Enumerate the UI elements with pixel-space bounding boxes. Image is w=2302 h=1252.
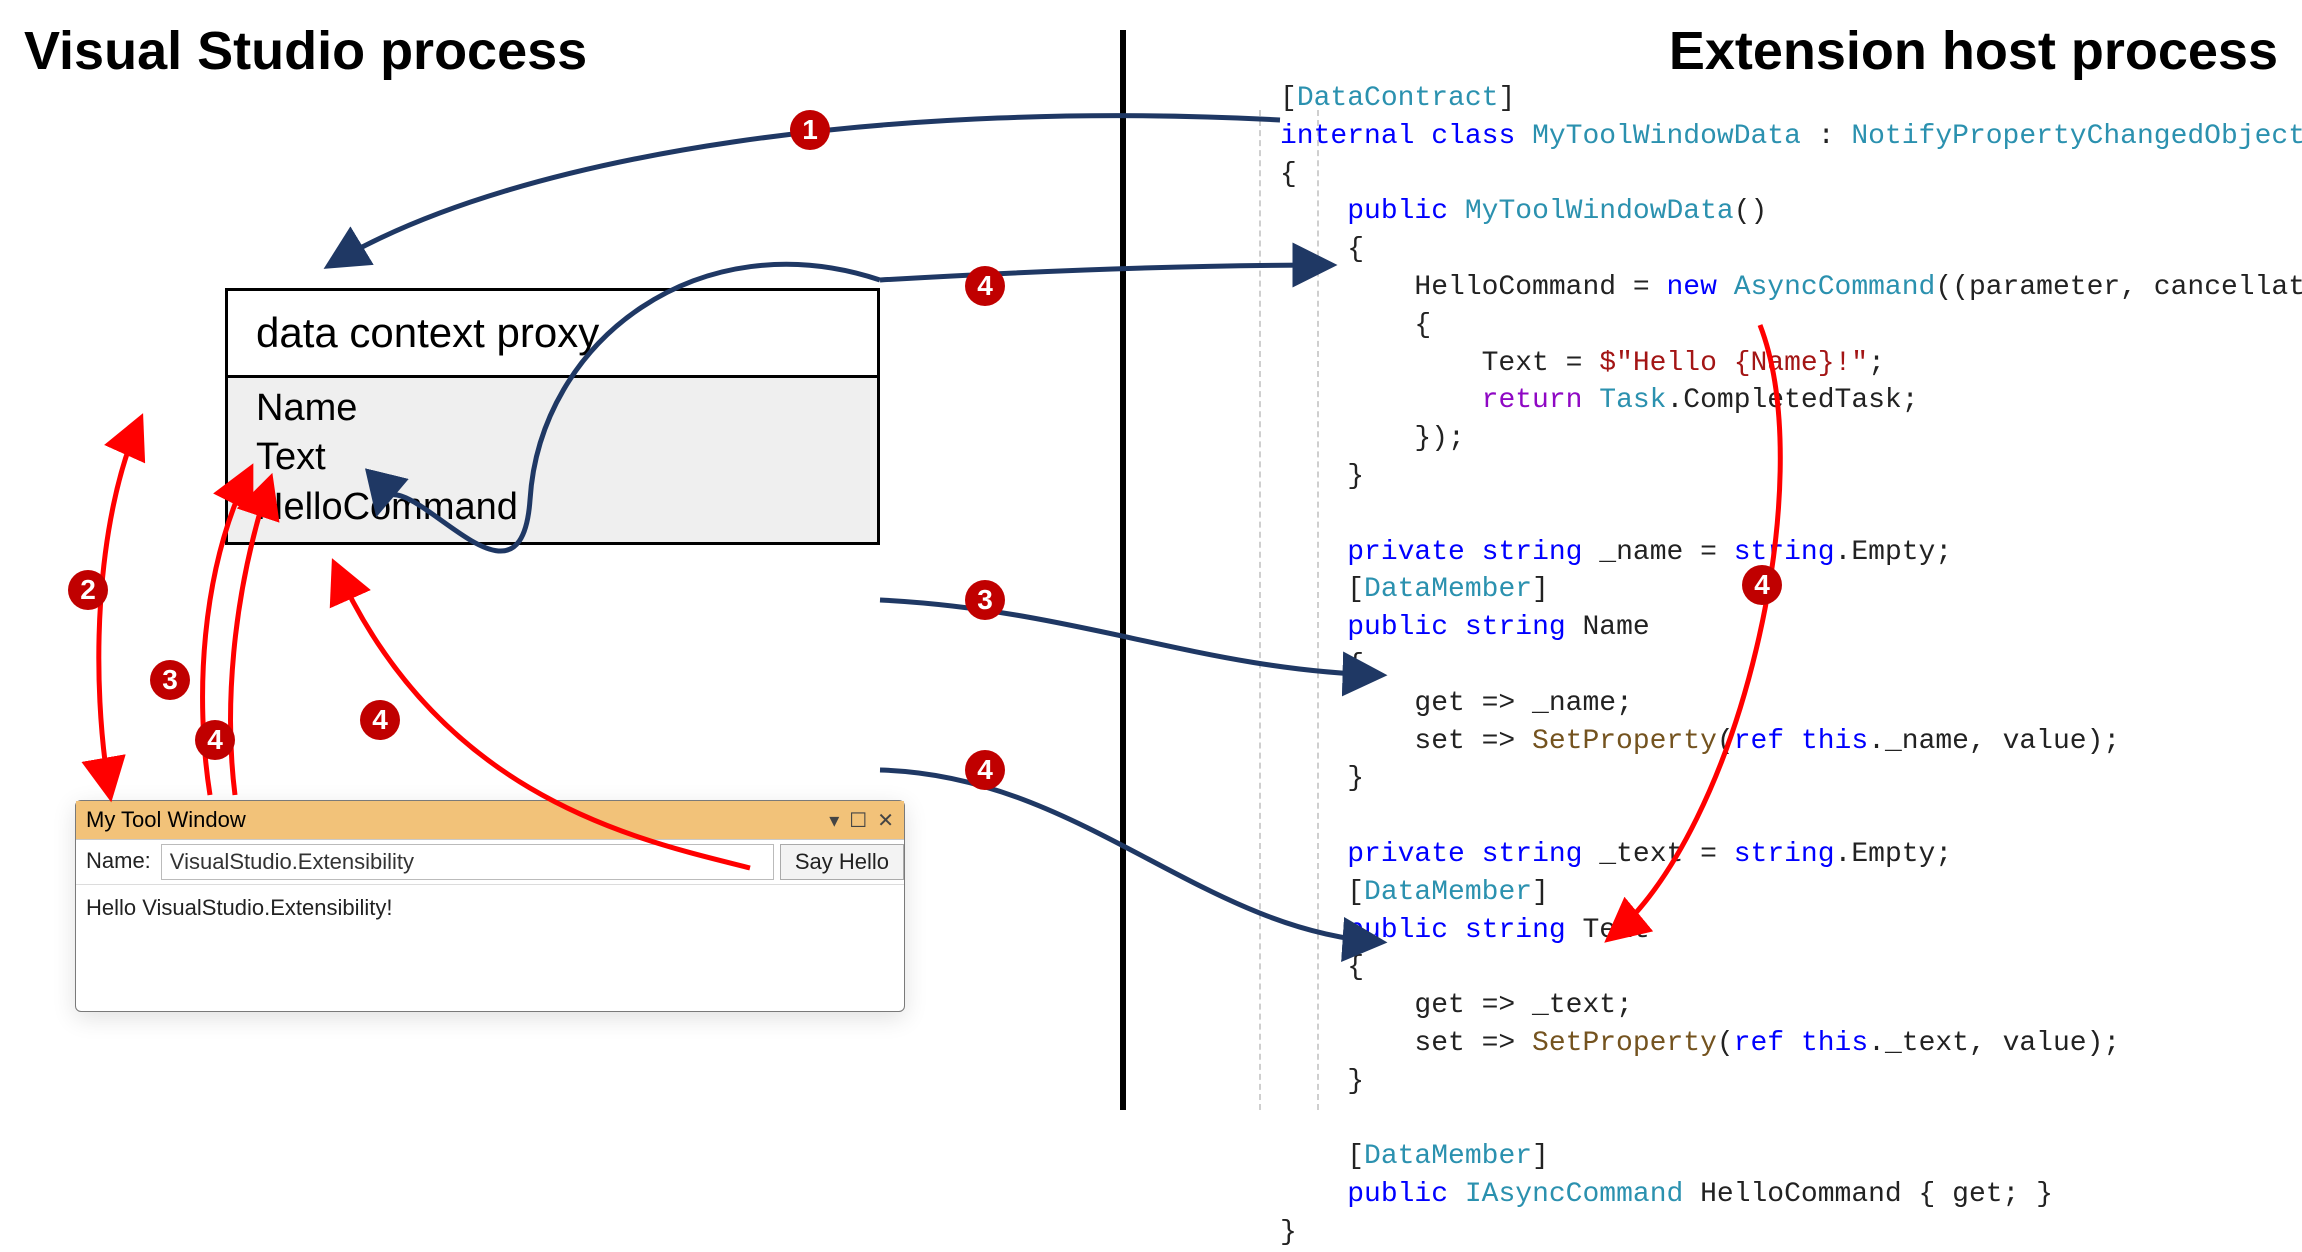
badge-4-curve: 4: [360, 700, 400, 740]
badge-4-right: 4: [1742, 565, 1782, 605]
proxy-body: Name Text HelloCommand: [228, 378, 877, 542]
proxy-header: data context proxy: [228, 291, 877, 378]
data-context-proxy-box: data context proxy Name Text HelloComman…: [225, 288, 880, 545]
badge-1: 1: [790, 110, 830, 150]
badge-4-mid-a: 4: [965, 266, 1005, 306]
badge-3: 3: [150, 660, 190, 700]
maximize-icon[interactable]: ☐: [849, 808, 867, 833]
close-icon[interactable]: ✕: [877, 808, 894, 833]
process-divider: [1120, 30, 1126, 1110]
say-hello-button[interactable]: Say Hello: [780, 844, 904, 880]
tool-window-output: Hello VisualStudio.Extensibility!: [76, 885, 904, 1011]
proxy-prop-text: Text: [256, 433, 849, 482]
proxy-prop-name: Name: [256, 384, 849, 433]
badge-2: 2: [68, 570, 108, 610]
indent-guide-1: [1259, 110, 1261, 1110]
tool-window: My Tool Window ▾ ☐ ✕ Name: VisualStudio.…: [75, 800, 905, 1012]
proxy-prop-hellocommand: HelloCommand: [256, 483, 849, 532]
name-label: Name:: [76, 840, 161, 884]
badge-4-mid-b: 4: [965, 750, 1005, 790]
tool-window-title: My Tool Window: [86, 807, 246, 833]
tool-window-row: Name: VisualStudio.Extensibility Say Hel…: [76, 840, 904, 885]
code-block: [DataContract] internal class MyToolWind…: [1280, 80, 2302, 1252]
right-title: Extension host process: [1669, 20, 2278, 82]
left-title: Visual Studio process: [24, 20, 587, 82]
badge-3-mid: 3: [965, 580, 1005, 620]
dropdown-icon[interactable]: ▾: [829, 808, 839, 833]
name-input[interactable]: VisualStudio.Extensibility: [161, 844, 774, 880]
badge-4-left-lower: 4: [195, 720, 235, 760]
tool-window-titlebar: My Tool Window ▾ ☐ ✕: [76, 801, 904, 840]
